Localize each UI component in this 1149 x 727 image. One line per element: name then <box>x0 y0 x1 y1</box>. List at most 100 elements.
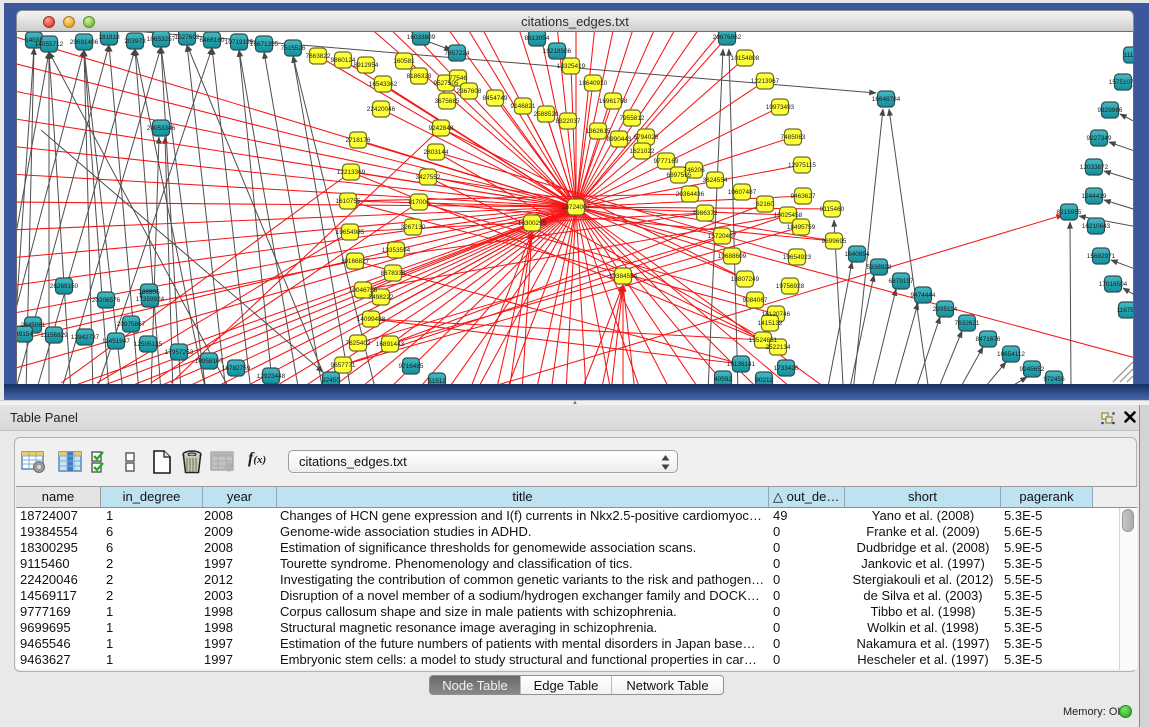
svg-text:16648784: 16648784 <box>872 96 901 103</box>
svg-text:9329966: 9329966 <box>1098 107 1123 114</box>
svg-text:20053346: 20053346 <box>147 125 176 132</box>
svg-text:2845061: 2845061 <box>21 322 46 329</box>
svg-text:77546: 77546 <box>449 75 467 82</box>
svg-text:14055712: 14055712 <box>35 41 64 48</box>
svg-text:160581: 160581 <box>393 58 415 65</box>
svg-text:8322037: 8322037 <box>556 118 581 125</box>
svg-text:15692971: 15692971 <box>1087 253 1116 260</box>
svg-text:20691406: 20691406 <box>70 39 99 46</box>
svg-text:3267130: 3267130 <box>401 224 426 231</box>
svg-text:12942737: 12942737 <box>71 334 100 341</box>
svg-text:20876862: 20876862 <box>713 34 742 41</box>
svg-text:2522134: 2522134 <box>766 344 791 351</box>
svg-text:19218506: 19218506 <box>543 48 572 55</box>
svg-text:16961758: 16961758 <box>599 98 628 105</box>
svg-text:19166827: 19166827 <box>341 258 370 265</box>
svg-text:2935114: 2935114 <box>933 306 958 313</box>
svg-text:7485063: 7485063 <box>781 134 806 141</box>
svg-text:12213967: 12213967 <box>751 78 780 85</box>
svg-text:7955812: 7955812 <box>620 115 645 122</box>
svg-text:9657771: 9657771 <box>331 362 356 369</box>
svg-text:92450: 92450 <box>322 377 340 384</box>
svg-text:8186328: 8186328 <box>407 73 432 80</box>
svg-text:6794028: 6794028 <box>634 134 659 141</box>
svg-text:19654923: 19654923 <box>783 254 812 261</box>
svg-text:16543362: 16543362 <box>369 81 398 88</box>
svg-text:10607487: 10607487 <box>728 189 757 196</box>
svg-text:3498222: 3498222 <box>369 294 394 301</box>
svg-text:9777169: 9777169 <box>654 158 679 165</box>
svg-text:1362615: 1362615 <box>586 128 611 135</box>
svg-text:16891443: 16891443 <box>376 341 405 348</box>
svg-text:1621022: 1621022 <box>630 148 655 155</box>
svg-text:1733426: 1733426 <box>774 365 799 372</box>
svg-text:10958107: 10958107 <box>195 358 224 365</box>
svg-text:51512: 51512 <box>428 378 446 384</box>
svg-text:16120746: 16120746 <box>762 311 791 318</box>
svg-text:15720407: 15720407 <box>708 233 737 240</box>
svg-text:20975867: 20975867 <box>117 321 146 328</box>
svg-text:1610755: 1610755 <box>336 198 361 205</box>
svg-text:9146821: 9146821 <box>511 103 536 110</box>
svg-text:10046758: 10046758 <box>349 287 378 294</box>
svg-text:6879197: 6879197 <box>889 278 914 285</box>
svg-text:18807249: 18807249 <box>731 276 760 283</box>
svg-text:90211: 90211 <box>755 377 773 384</box>
svg-text:18300295: 18300295 <box>518 220 547 227</box>
svg-text:1415132: 1415132 <box>758 320 783 327</box>
svg-text:62160: 62160 <box>756 201 774 208</box>
svg-text:19756928: 19756928 <box>776 283 805 290</box>
svg-text:1527602: 1527602 <box>175 34 200 41</box>
svg-text:9245652: 9245652 <box>1020 366 1045 373</box>
svg-text:9474444: 9474444 <box>911 292 936 299</box>
svg-text:972456: 972456 <box>1043 376 1065 383</box>
svg-text:13353594: 13353594 <box>382 247 411 254</box>
svg-text:2588520: 2588520 <box>534 111 559 118</box>
svg-text:1640954: 1640954 <box>845 251 870 258</box>
svg-text:20364436: 20364436 <box>676 191 705 198</box>
svg-text:17957253: 17957253 <box>165 349 194 356</box>
svg-text:10653257: 10653257 <box>147 36 176 43</box>
svg-text:1244419: 1244419 <box>1082 193 1107 200</box>
svg-text:22420046: 22420046 <box>367 106 396 113</box>
svg-text:12975115: 12975115 <box>788 162 816 169</box>
svg-text:18495759: 18495759 <box>787 224 816 231</box>
svg-text:13325419: 13325419 <box>557 63 586 70</box>
svg-text:5938928: 5938928 <box>867 264 892 271</box>
svg-text:12033872: 12033872 <box>1080 164 1109 171</box>
svg-text:10654112: 10654112 <box>997 351 1025 358</box>
svg-text:16033809: 16033809 <box>407 34 436 41</box>
svg-text:11451947: 11451947 <box>102 338 130 345</box>
svg-text:9084067: 9084067 <box>743 297 768 304</box>
svg-text:19654985: 19654985 <box>336 229 365 236</box>
svg-text:746206: 746206 <box>683 167 705 174</box>
svg-text:6466160: 6466160 <box>200 37 225 44</box>
svg-text:16210643: 16210643 <box>1082 223 1111 230</box>
svg-text:3675685: 3675685 <box>435 98 460 105</box>
svg-text:12505135: 12505135 <box>134 341 163 348</box>
svg-text:8215955: 8215955 <box>1057 209 1082 216</box>
svg-text:116753: 116753 <box>1117 307 1134 314</box>
svg-text:12213369: 12213369 <box>337 169 366 176</box>
svg-text:2367608: 2367608 <box>457 88 482 95</box>
svg-text:15751074: 15751074 <box>1109 79 1134 86</box>
svg-text:19384554: 19384554 <box>609 273 638 280</box>
svg-text:26269150: 26269150 <box>50 283 79 290</box>
svg-text:7663822: 7663822 <box>306 53 331 60</box>
svg-text:2803144: 2803144 <box>424 149 449 156</box>
svg-text:12923448: 12923448 <box>257 373 286 380</box>
svg-text:8912954: 8912954 <box>354 62 379 69</box>
svg-text:10025458: 10025458 <box>774 212 803 219</box>
svg-text:8678335: 8678335 <box>381 270 406 277</box>
svg-text:10973493: 10973493 <box>766 104 795 111</box>
svg-text:8990443: 8990443 <box>607 136 632 143</box>
svg-text:39154: 39154 <box>17 331 33 338</box>
svg-text:7857224: 7857224 <box>445 50 470 57</box>
svg-text:18724007: 18724007 <box>562 204 591 211</box>
svg-text:203973: 203973 <box>124 38 146 45</box>
svg-text:7515526: 7515526 <box>281 45 306 52</box>
svg-text:16136141: 16136141 <box>727 361 756 368</box>
svg-text:18640910: 18640910 <box>579 80 608 87</box>
svg-text:7625402: 7625402 <box>346 340 371 347</box>
svg-text:198805: 198805 <box>138 289 160 296</box>
